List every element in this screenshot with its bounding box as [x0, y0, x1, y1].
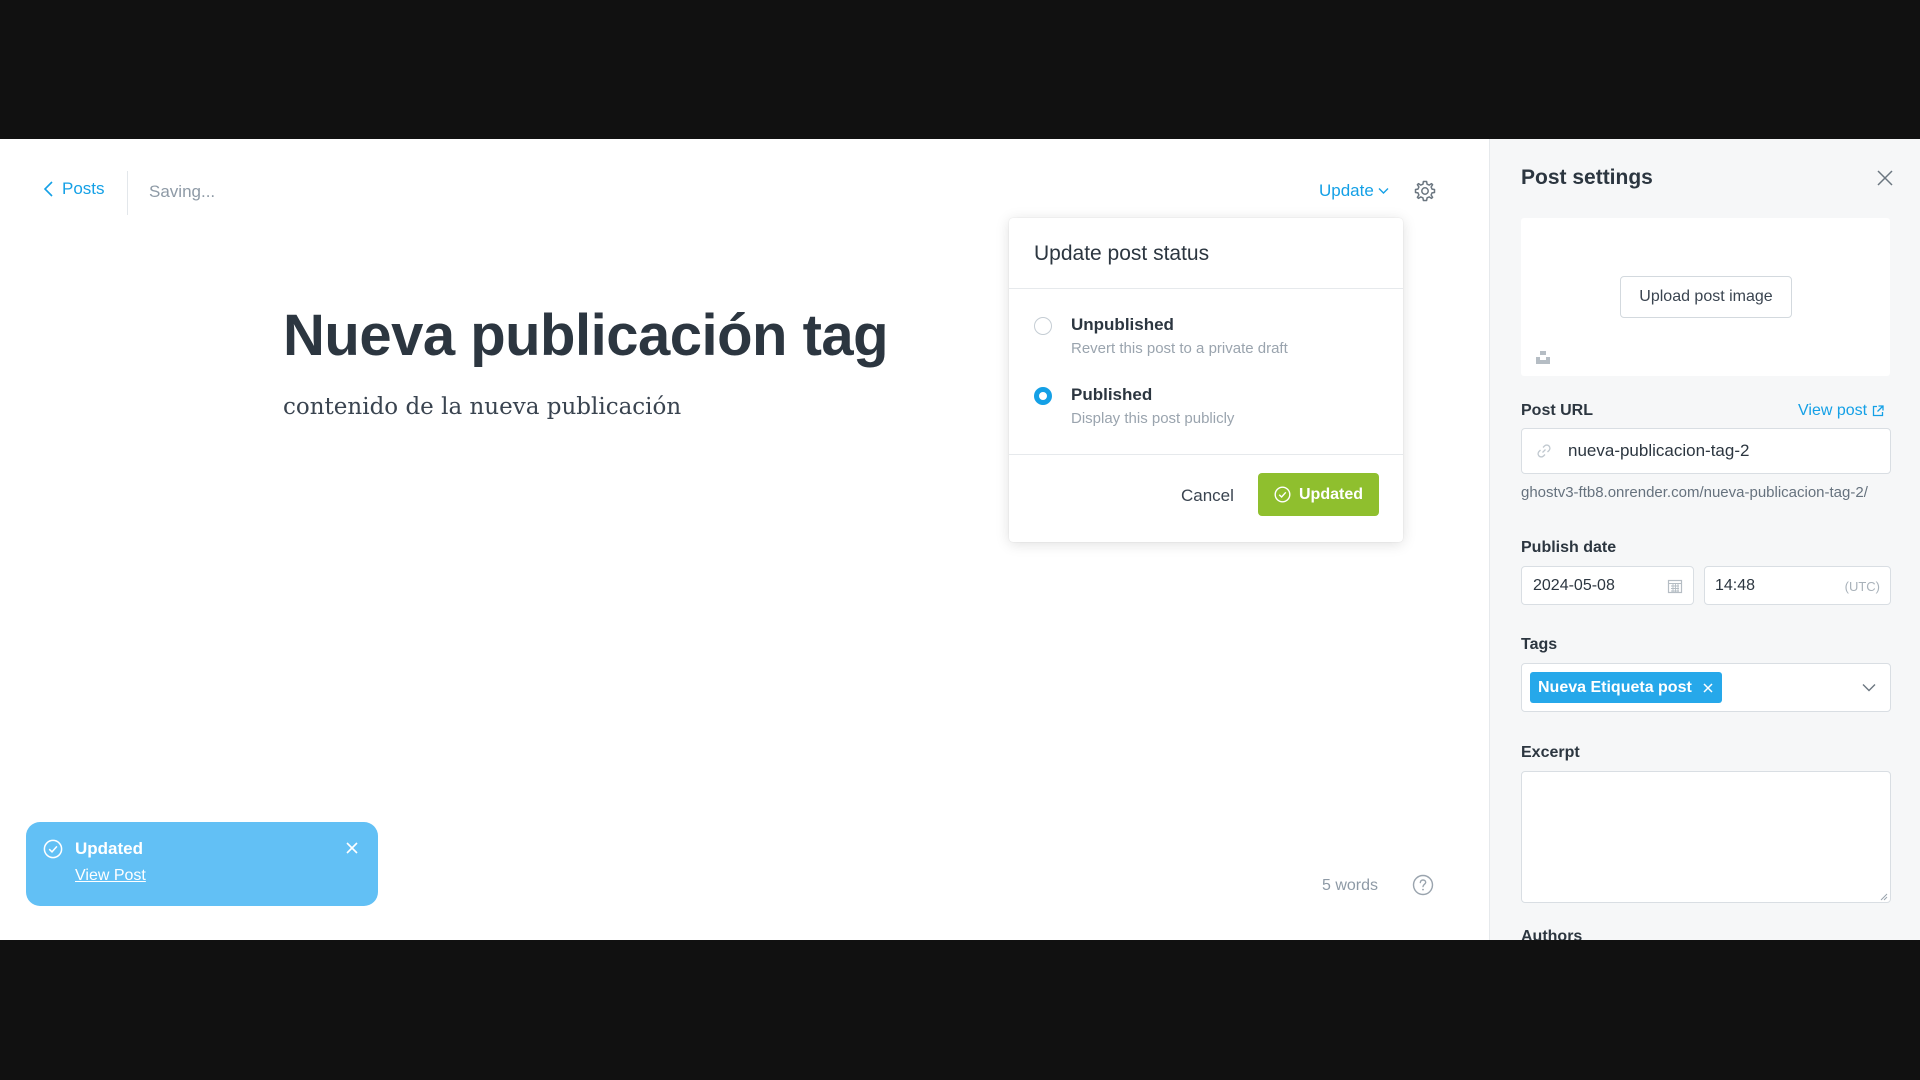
view-post-link[interactable]: View Post — [75, 867, 146, 885]
close-icon[interactable] — [1876, 169, 1894, 187]
post-url-value: nueva-publicacion-tag-2 — [1568, 441, 1750, 460]
popup-divider — [1009, 288, 1403, 289]
tag-chip[interactable]: Nueva Etiqueta post — [1530, 672, 1722, 703]
close-icon[interactable] — [344, 840, 360, 856]
link-icon — [1537, 444, 1551, 458]
excerpt-label: Excerpt — [1521, 744, 1580, 761]
publish-date-input[interactable]: 2024-05-08 — [1521, 566, 1694, 605]
publish-time-value: 14:48 — [1715, 576, 1756, 594]
chevron-left-icon — [43, 181, 53, 197]
remove-tag-icon[interactable] — [1702, 682, 1714, 694]
gear-icon[interactable] — [1413, 179, 1437, 203]
popup-title: Update post status — [1034, 242, 1210, 265]
chevron-down-icon[interactable] — [1862, 683, 1876, 692]
tag-chip-label: Nueva Etiqueta post — [1538, 678, 1692, 696]
status-option-published[interactable]: Published Display this post publicly — [1034, 385, 1234, 427]
publish-date-label: Publish date — [1521, 539, 1617, 556]
authors-label: Authors — [1521, 928, 1583, 940]
post-image-dropzone[interactable]: Upload post image — [1521, 218, 1890, 376]
save-status: Saving... — [149, 182, 216, 201]
chevron-down-icon — [1378, 188, 1389, 194]
updated-button[interactable]: Updated — [1258, 473, 1379, 516]
check-circle-icon — [43, 839, 63, 859]
resize-grip-icon[interactable] — [1878, 891, 1888, 901]
update-status-popup: Update post status Unpublished Revert th… — [1009, 218, 1403, 542]
post-settings-panel: Post settings Upload post image Post URL… — [1489, 139, 1920, 940]
updated-toast: Updated View Post — [26, 822, 378, 906]
timezone-label: (UTC) — [1844, 579, 1880, 594]
update-menu-label: Update — [1319, 181, 1374, 200]
option-description: Display this post publicly — [1071, 410, 1235, 427]
settings-title: Post settings — [1521, 166, 1653, 189]
view-post-link[interactable]: View post — [1798, 402, 1884, 420]
publish-date-value: 2024-05-08 — [1533, 576, 1615, 594]
upload-post-image-button[interactable]: Upload post image — [1620, 276, 1792, 318]
post-body[interactable]: contenido de la nueva publicación — [283, 394, 681, 420]
option-description: Revert this post to a private draft — [1071, 340, 1288, 357]
post-title[interactable]: Nueva publicación tag — [283, 302, 889, 369]
post-url-label: Post URL — [1521, 402, 1593, 419]
popup-divider — [1009, 454, 1403, 455]
option-label: Published — [1071, 385, 1153, 404]
status-option-unpublished[interactable]: Unpublished Revert this post to a privat… — [1034, 315, 1288, 357]
header-divider — [127, 171, 128, 215]
updated-button-label: Updated — [1299, 485, 1363, 503]
excerpt-textarea[interactable] — [1521, 771, 1891, 903]
help-icon[interactable] — [1412, 874, 1434, 896]
post-url-input[interactable]: nueva-publicacion-tag-2 — [1521, 428, 1891, 474]
unsplash-icon[interactable] — [1535, 349, 1551, 365]
update-menu-button[interactable]: Update — [1319, 181, 1389, 201]
radio-unpublished[interactable] — [1034, 317, 1052, 335]
external-link-icon — [1872, 405, 1884, 417]
editor-app: Posts Saving... Update Nueva publicación… — [0, 139, 1920, 940]
tags-input[interactable]: Nueva Etiqueta post — [1521, 663, 1891, 712]
check-circle-icon — [1274, 486, 1291, 503]
back-link-label: Posts — [62, 179, 105, 198]
toast-title: Updated — [75, 839, 143, 858]
view-post-label: View post — [1798, 402, 1868, 419]
radio-published[interactable] — [1034, 387, 1052, 405]
post-url-hint: ghostv3-ftb8.onrender.com/nueva-publicac… — [1521, 484, 1868, 501]
publish-time-input[interactable]: 14:48 (UTC) — [1704, 566, 1891, 605]
editor-pane: Posts Saving... Update Nueva publicación… — [0, 139, 1489, 940]
back-to-posts-link[interactable]: Posts — [43, 179, 105, 199]
word-count: 5 words — [1322, 877, 1379, 894]
cancel-button[interactable]: Cancel — [1181, 486, 1234, 506]
tags-label: Tags — [1521, 636, 1558, 653]
option-label: Unpublished — [1071, 315, 1174, 334]
calendar-icon[interactable] — [1667, 578, 1683, 594]
